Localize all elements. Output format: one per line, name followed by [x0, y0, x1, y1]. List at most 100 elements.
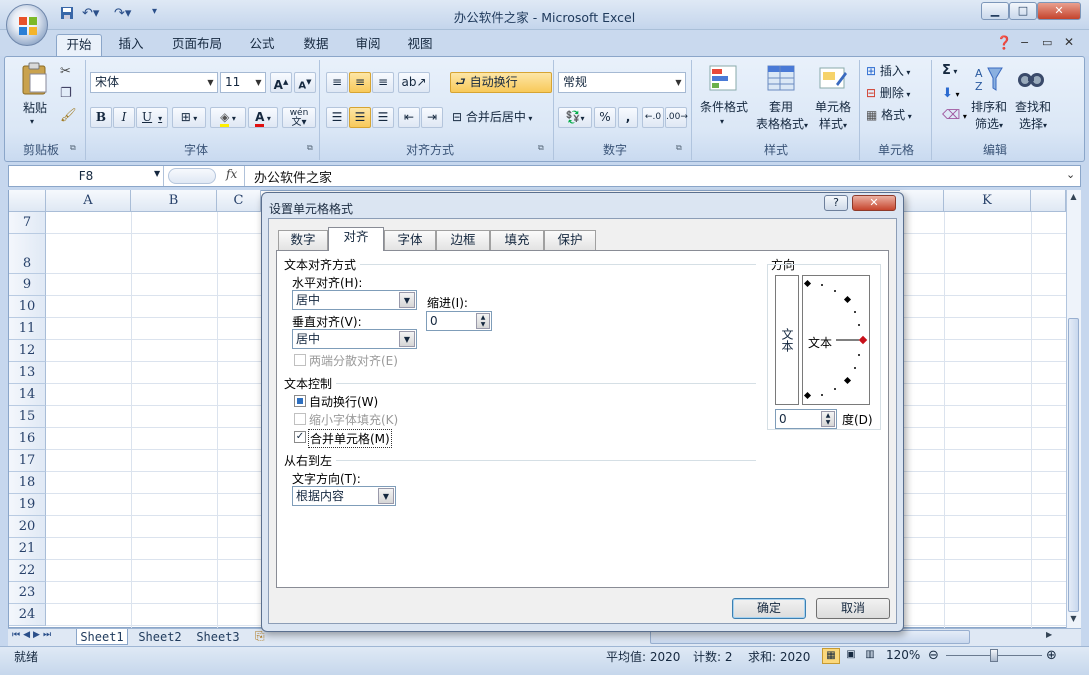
sort-filter-icon[interactable]: AZ: [974, 64, 1004, 97]
decrease-indent-icon[interactable]: ⇤: [398, 107, 420, 128]
align-right-icon[interactable]: ☰: [372, 107, 394, 128]
orientation-button[interactable]: ab↗: [398, 72, 430, 93]
number-launcher-icon[interactable]: ⧉: [676, 143, 682, 153]
clipboard-launcher-icon[interactable]: ⧉: [70, 143, 76, 153]
row-header[interactable]: 21: [9, 538, 46, 560]
increase-indent-icon[interactable]: ⇥: [421, 107, 443, 128]
borders-button[interactable]: ⊞ ▾: [172, 107, 206, 128]
row-header[interactable]: 10: [9, 296, 46, 318]
format-painter-icon[interactable]: 🖌: [60, 108, 77, 123]
formula-input[interactable]: 办公软件之家: [254, 167, 332, 186]
find-select-icon[interactable]: [1016, 64, 1046, 97]
sheet-tab-2[interactable]: Sheet2: [134, 629, 186, 645]
scroll-right-icon[interactable]: ▶: [1046, 630, 1052, 639]
name-box[interactable]: F8: [9, 166, 164, 186]
number-format-combo[interactable]: 常规 ▼: [558, 72, 686, 93]
tab-view[interactable]: 视图: [398, 34, 442, 56]
wrap-text-checkbox[interactable]: [294, 395, 306, 407]
italic-button[interactable]: I: [113, 107, 135, 128]
row-header[interactable]: 8: [9, 234, 46, 274]
office-button[interactable]: [6, 4, 48, 46]
tab-protection[interactable]: 保护: [544, 230, 596, 250]
fill-icon[interactable]: ⬇ ▾: [942, 86, 959, 101]
vertical-text-button[interactable]: 文本: [775, 275, 799, 405]
format-as-table-button[interactable]: 表格格式▾: [750, 116, 814, 134]
column-header-l[interactable]: [1031, 190, 1066, 212]
maximize-button[interactable]: □: [1009, 2, 1037, 20]
percent-button[interactable]: %: [594, 107, 616, 128]
chevron-down-icon[interactable]: ▼: [154, 169, 160, 178]
clear-icon[interactable]: ⌫ ▾: [942, 108, 967, 123]
degrees-spinner[interactable]: 0 ▲ ▼: [775, 409, 837, 429]
zoom-slider-thumb[interactable]: [990, 649, 998, 662]
tab-alignment[interactable]: 对齐: [328, 227, 384, 251]
row-header[interactable]: 7: [9, 212, 46, 234]
text-direction-select[interactable]: 根据内容 ▼: [292, 486, 396, 506]
sheet-nav-icons[interactable]: ⏮◀▶⏭: [12, 630, 54, 640]
indent-spinner[interactable]: 0 ▲ ▼: [426, 311, 492, 331]
cell-styles-icon[interactable]: [818, 64, 848, 97]
tab-data[interactable]: 数据: [294, 34, 338, 56]
align-top-icon[interactable]: ≡: [326, 72, 348, 93]
format-as-table-icon[interactable]: [766, 64, 796, 97]
horizontal-scroll-thumb[interactable]: [650, 630, 970, 644]
shrink-to-fit-checkbox[interactable]: [294, 413, 306, 425]
sheet-tab-1[interactable]: Sheet1: [76, 629, 128, 645]
font-color-button[interactable]: A ▾: [248, 107, 278, 128]
underline-button[interactable]: U ▾: [136, 107, 168, 128]
decrease-decimal-icon[interactable]: .00→: [665, 107, 688, 128]
align-left-icon[interactable]: ☰: [326, 107, 348, 128]
select-all-button[interactable]: [9, 190, 46, 212]
tab-font[interactable]: 字体: [384, 230, 436, 250]
tab-formulas[interactable]: 公式: [240, 34, 284, 56]
format-cells-button[interactable]: ▦ 格式 ▾: [866, 107, 912, 125]
row-header[interactable]: 11: [9, 318, 46, 340]
column-header-k[interactable]: K: [944, 190, 1031, 212]
align-center-icon[interactable]: ☰: [349, 107, 371, 128]
find-select-button[interactable]: 选择▾: [1010, 116, 1056, 134]
copy-icon[interactable]: ❐: [60, 86, 72, 101]
tab-number[interactable]: 数字: [278, 230, 328, 250]
tab-page-layout[interactable]: 页面布局: [166, 34, 228, 56]
tab-review[interactable]: 审阅: [346, 34, 390, 56]
row-header[interactable]: 13: [9, 362, 46, 384]
align-bottom-icon[interactable]: ≡: [372, 72, 394, 93]
zoom-level[interactable]: 120%: [886, 648, 920, 662]
sheet-tab-3[interactable]: Sheet3: [192, 629, 244, 645]
help-icon[interactable]: ❓: [996, 36, 1012, 51]
tab-fill[interactable]: 填充: [490, 230, 544, 250]
cancel-button[interactable]: 取消: [816, 598, 890, 619]
bold-button[interactable]: B: [90, 107, 112, 128]
insert-cells-button[interactable]: ⊞ 插入 ▾: [866, 63, 910, 81]
column-header-b[interactable]: B: [131, 190, 217, 212]
cell-styles-label-1[interactable]: 单元格: [808, 99, 858, 116]
comma-button[interactable]: ,: [618, 107, 638, 128]
row-header[interactable]: 23: [9, 582, 46, 604]
font-launcher-icon[interactable]: ⧉: [307, 143, 313, 153]
paste-icon[interactable]: [20, 62, 50, 99]
autosum-button[interactable]: Σ ▾: [942, 63, 957, 78]
increase-decimal-icon[interactable]: ←.0: [642, 107, 664, 128]
chevron-down-icon[interactable]: ▾: [720, 117, 724, 126]
phonetic-button[interactable]: wén 文▾: [282, 107, 316, 128]
sort-filter-button[interactable]: 筛选▾: [966, 116, 1012, 134]
paste-dropdown-icon[interactable]: ▾: [30, 117, 34, 126]
merge-cells-checkbox[interactable]: ✓: [294, 431, 306, 443]
row-header[interactable]: 24: [9, 604, 46, 626]
formula-bar-collapse-icon[interactable]: [168, 168, 216, 184]
wrap-text-button[interactable]: ⮐ 自动换行: [450, 72, 552, 93]
fill-color-button[interactable]: ◈ ▾: [210, 107, 246, 128]
tab-home[interactable]: 开始: [56, 34, 102, 56]
cut-icon[interactable]: ✂: [60, 64, 71, 79]
row-header[interactable]: 22: [9, 560, 46, 582]
row-header[interactable]: 9: [9, 274, 46, 296]
row-header[interactable]: 12: [9, 340, 46, 362]
font-size-combo[interactable]: 11 ▼: [220, 72, 266, 93]
ribbon-minimize-icon[interactable]: −: [1020, 36, 1029, 49]
horizontal-alignment-select[interactable]: 居中 ▼: [292, 290, 417, 310]
delete-cells-button[interactable]: ⊟ 删除 ▾: [866, 85, 910, 103]
row-header[interactable]: 15: [9, 406, 46, 428]
cell-styles-button[interactable]: 样式▾: [808, 116, 858, 134]
normal-view-icon[interactable]: ▦: [822, 648, 840, 664]
conditional-format-button[interactable]: 条件格式: [696, 99, 752, 116]
